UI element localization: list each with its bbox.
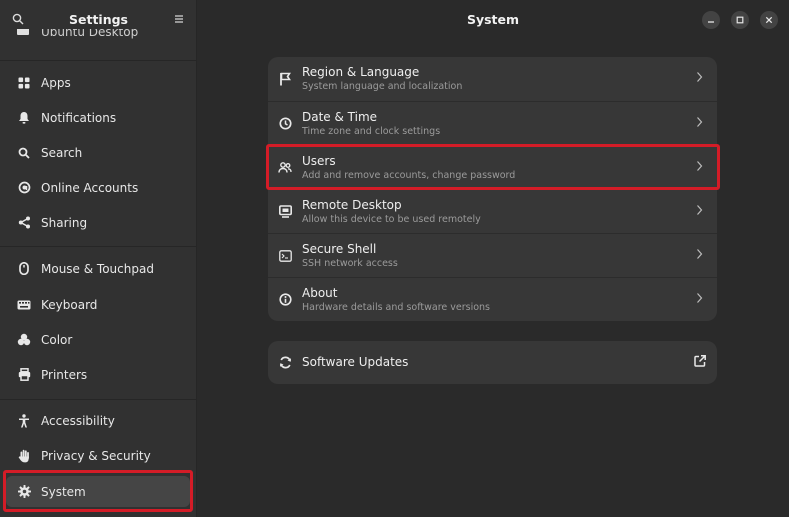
search-button[interactable] [9, 10, 27, 28]
at-sign-icon [16, 180, 32, 196]
sidebar-item-apps[interactable]: Apps [6, 67, 190, 98]
software-updates-row[interactable]: Software Updates [268, 341, 717, 384]
sidebar-item-keyboard[interactable]: Keyboard [6, 289, 190, 320]
row-subtitle: Hardware details and software versions [302, 301, 491, 313]
row-title: Software Updates [302, 355, 409, 369]
sidebar-divider [0, 399, 196, 400]
sidebar-item-label: Printers [41, 367, 88, 382]
secure-shell-row[interactable]: Secure Shell SSH network access [268, 233, 717, 277]
minimize-button[interactable] [702, 11, 720, 29]
terminal-icon [277, 248, 293, 264]
sidebar-item-ubuntu-desktop[interactable]: Ubuntu Desktop [6, 29, 190, 43]
sidebar-item-notifications[interactable]: Notifications [6, 102, 190, 133]
sidebar-item-accessibility[interactable]: Accessibility [6, 405, 190, 436]
remote-desktop-icon [277, 204, 293, 220]
about-row[interactable]: About Hardware details and software vers… [268, 277, 717, 321]
close-button[interactable] [760, 11, 778, 29]
row-title: Secure Shell [302, 241, 377, 256]
row-subtitle: Time zone and clock settings [302, 125, 441, 137]
search-icon [12, 13, 24, 25]
sidebar-item-sharing[interactable]: Sharing [6, 207, 190, 238]
chevron-right-icon [696, 248, 703, 260]
menu-button[interactable] [170, 10, 188, 28]
sidebar-item-label: Notifications [41, 110, 117, 125]
chevron-right-icon [696, 204, 703, 216]
sidebar-title: Settings [68, 11, 128, 27]
clock-icon [277, 116, 293, 132]
sidebar-divider [0, 60, 196, 61]
sidebar-item-label: Mouse & Touchpad [41, 261, 154, 276]
sidebar-item-label: Search [41, 145, 83, 160]
sidebar-item-mouse-touchpad[interactable]: Mouse & Touchpad [6, 253, 190, 284]
users-highlight-box [266, 144, 720, 190]
row-title: Remote Desktop [302, 197, 402, 212]
sidebar-item-label: Color [41, 332, 73, 347]
row-subtitle: System language and localization [302, 81, 463, 92]
maximize-icon [736, 16, 744, 24]
row-subtitle: SSH network access [302, 257, 398, 269]
row-title: Region & Language [302, 65, 420, 79]
sidebar-item-label: Privacy & Security [41, 448, 151, 463]
hand-icon [16, 448, 32, 464]
apps-icon [16, 75, 32, 91]
maximize-button[interactable] [731, 11, 749, 29]
remote-desktop-row[interactable]: Remote Desktop Allow this device to be u… [268, 189, 717, 233]
chevron-right-icon [696, 292, 703, 304]
minimize-icon [707, 16, 715, 24]
bell-icon [16, 110, 32, 126]
keyboard-icon [16, 297, 32, 313]
sidebar-item-label: Keyboard [41, 297, 98, 312]
row-title: Date & Time [302, 109, 378, 124]
info-icon [277, 292, 293, 308]
sidebar-divider [0, 246, 196, 247]
refresh-icon [277, 355, 293, 371]
date-time-row[interactable]: Date & Time Time zone and clock settings [268, 101, 717, 145]
flag-icon [277, 71, 293, 87]
sidebar-item-label: Online Accounts [41, 180, 139, 195]
sidebar-item-label: Accessibility [41, 413, 115, 428]
sidebar-item-search[interactable]: Search [6, 137, 190, 168]
sidebar-item-color[interactable]: Color [6, 324, 190, 355]
region-language-row[interactable]: Region & Language System language and lo… [268, 57, 717, 101]
printer-icon [16, 367, 32, 383]
sidebar-item-online-accounts[interactable]: Online Accounts [6, 172, 190, 203]
sidebar-item-label: Apps [41, 75, 71, 90]
desktop-icon [16, 29, 32, 39]
mouse-icon [16, 261, 32, 277]
row-subtitle: Allow this device to be used remotely [302, 213, 481, 225]
row-title: About [302, 285, 338, 300]
share-icon [16, 215, 32, 231]
page-title: System [466, 12, 520, 27]
software-updates-card: Software Updates [268, 341, 717, 384]
search-icon [16, 145, 32, 161]
system-highlight-box [3, 470, 193, 512]
sidebar-item-printers[interactable]: Printers [6, 359, 190, 390]
main-panel: System Region & Language System language… [197, 0, 789, 517]
sidebar-item-privacy-security[interactable]: Privacy & Security [6, 440, 190, 471]
sidebar: Settings Ubuntu Desktop Apps Notificatio… [0, 0, 197, 517]
hamburger-icon [174, 14, 184, 24]
palette-icon [16, 332, 32, 348]
external-link-icon [694, 355, 706, 367]
chevron-right-icon [696, 116, 703, 128]
accessibility-icon [16, 413, 32, 429]
chevron-right-icon [696, 71, 703, 83]
settings-window: Settings Ubuntu Desktop Apps Notificatio… [0, 0, 789, 517]
sidebar-item-label: Ubuntu Desktop [41, 29, 139, 39]
sidebar-item-label: Sharing [41, 215, 88, 230]
close-icon [765, 16, 773, 24]
